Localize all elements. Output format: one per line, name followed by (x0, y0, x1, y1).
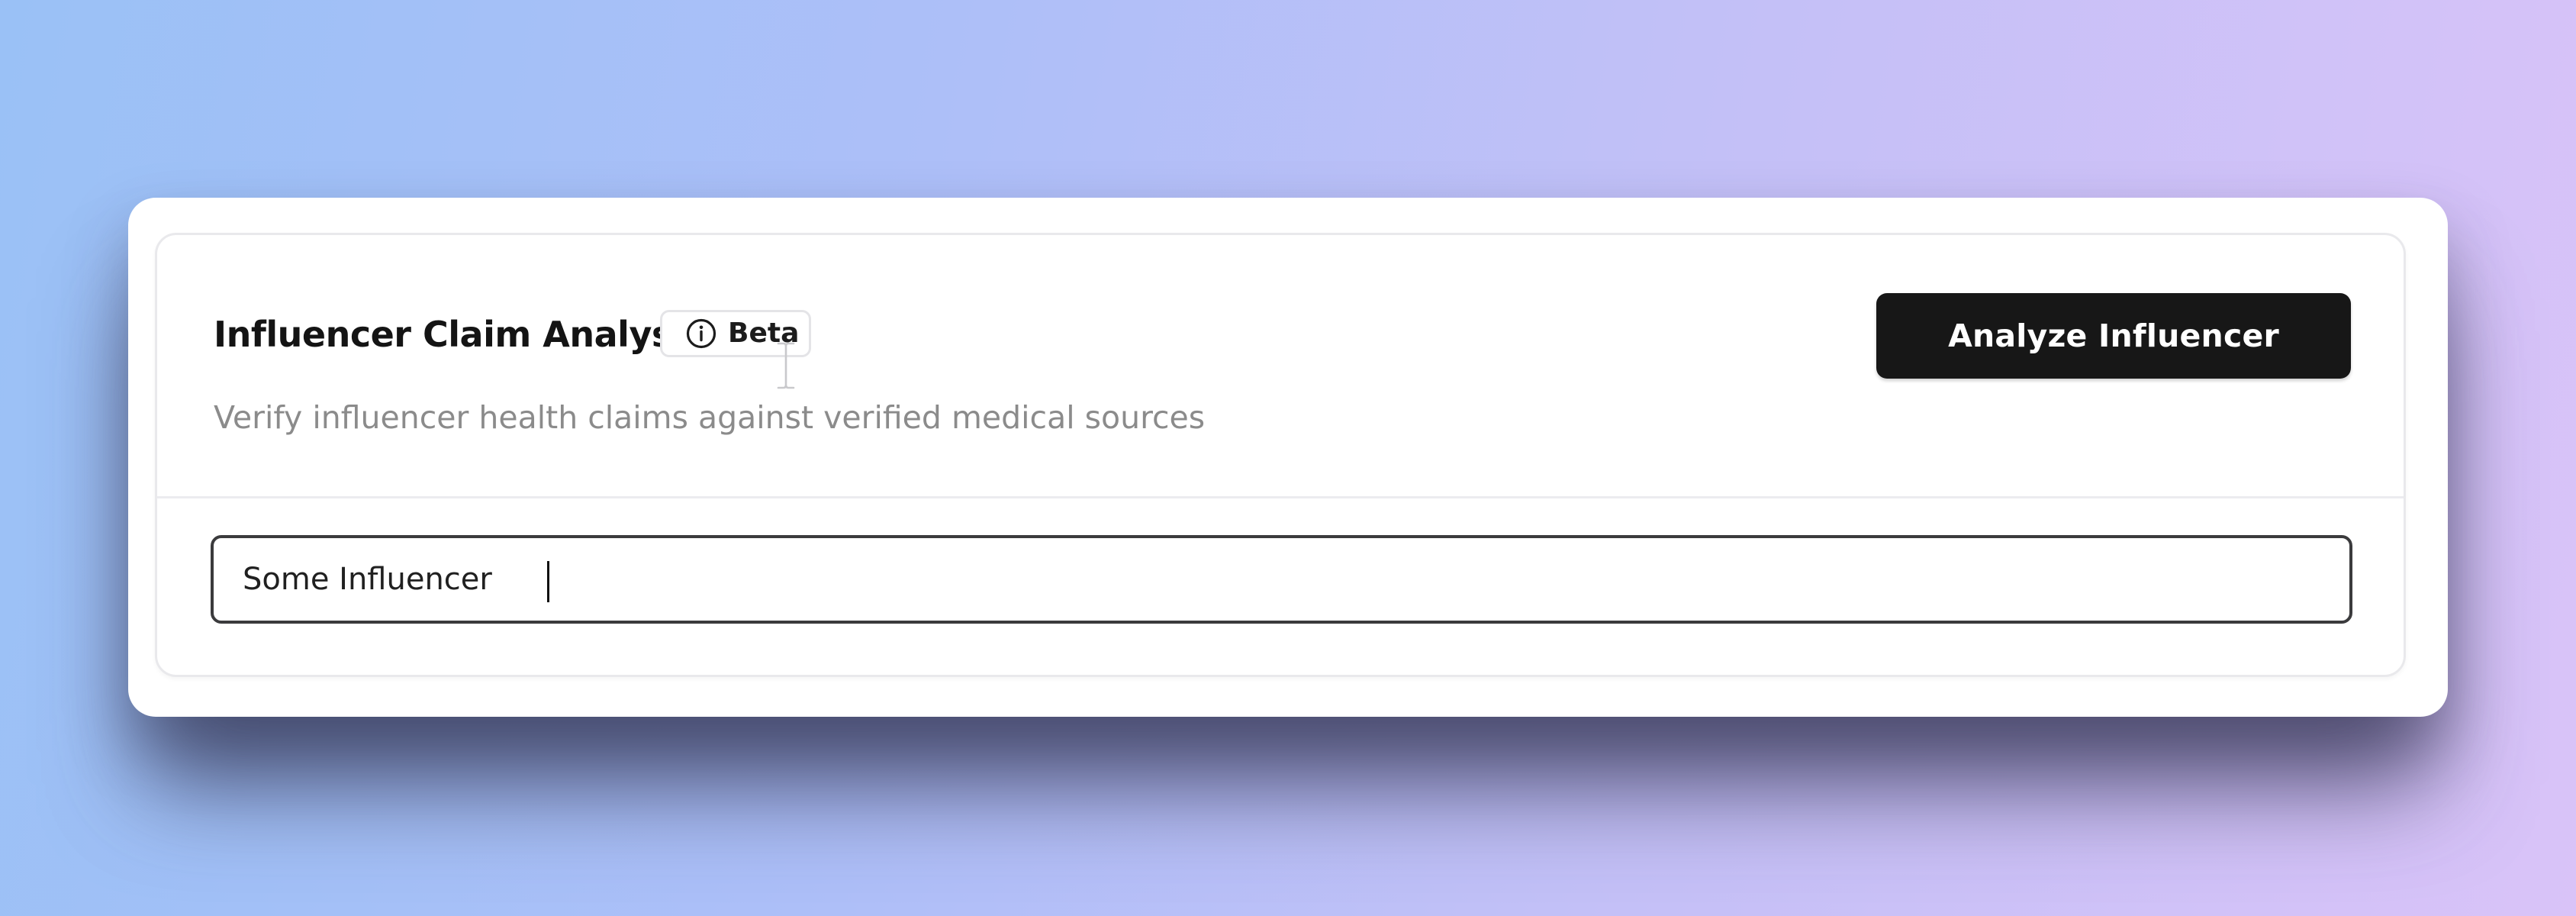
analysis-panel: Influencer Claim Analysis Beta Verify in… (155, 233, 2406, 677)
influencer-input-field[interactable] (211, 535, 2352, 624)
influencer-search-input[interactable] (214, 538, 2349, 621)
panel-title: Influencer Claim Analysis (214, 314, 704, 355)
ibeam-cursor-icon (777, 342, 795, 389)
analyze-influencer-button[interactable]: Analyze Influencer (1876, 293, 2351, 379)
text-caret (547, 561, 549, 602)
divider (157, 496, 2404, 498)
panel-subtitle: Verify influencer health claims against … (214, 399, 1206, 436)
info-icon (685, 318, 717, 350)
